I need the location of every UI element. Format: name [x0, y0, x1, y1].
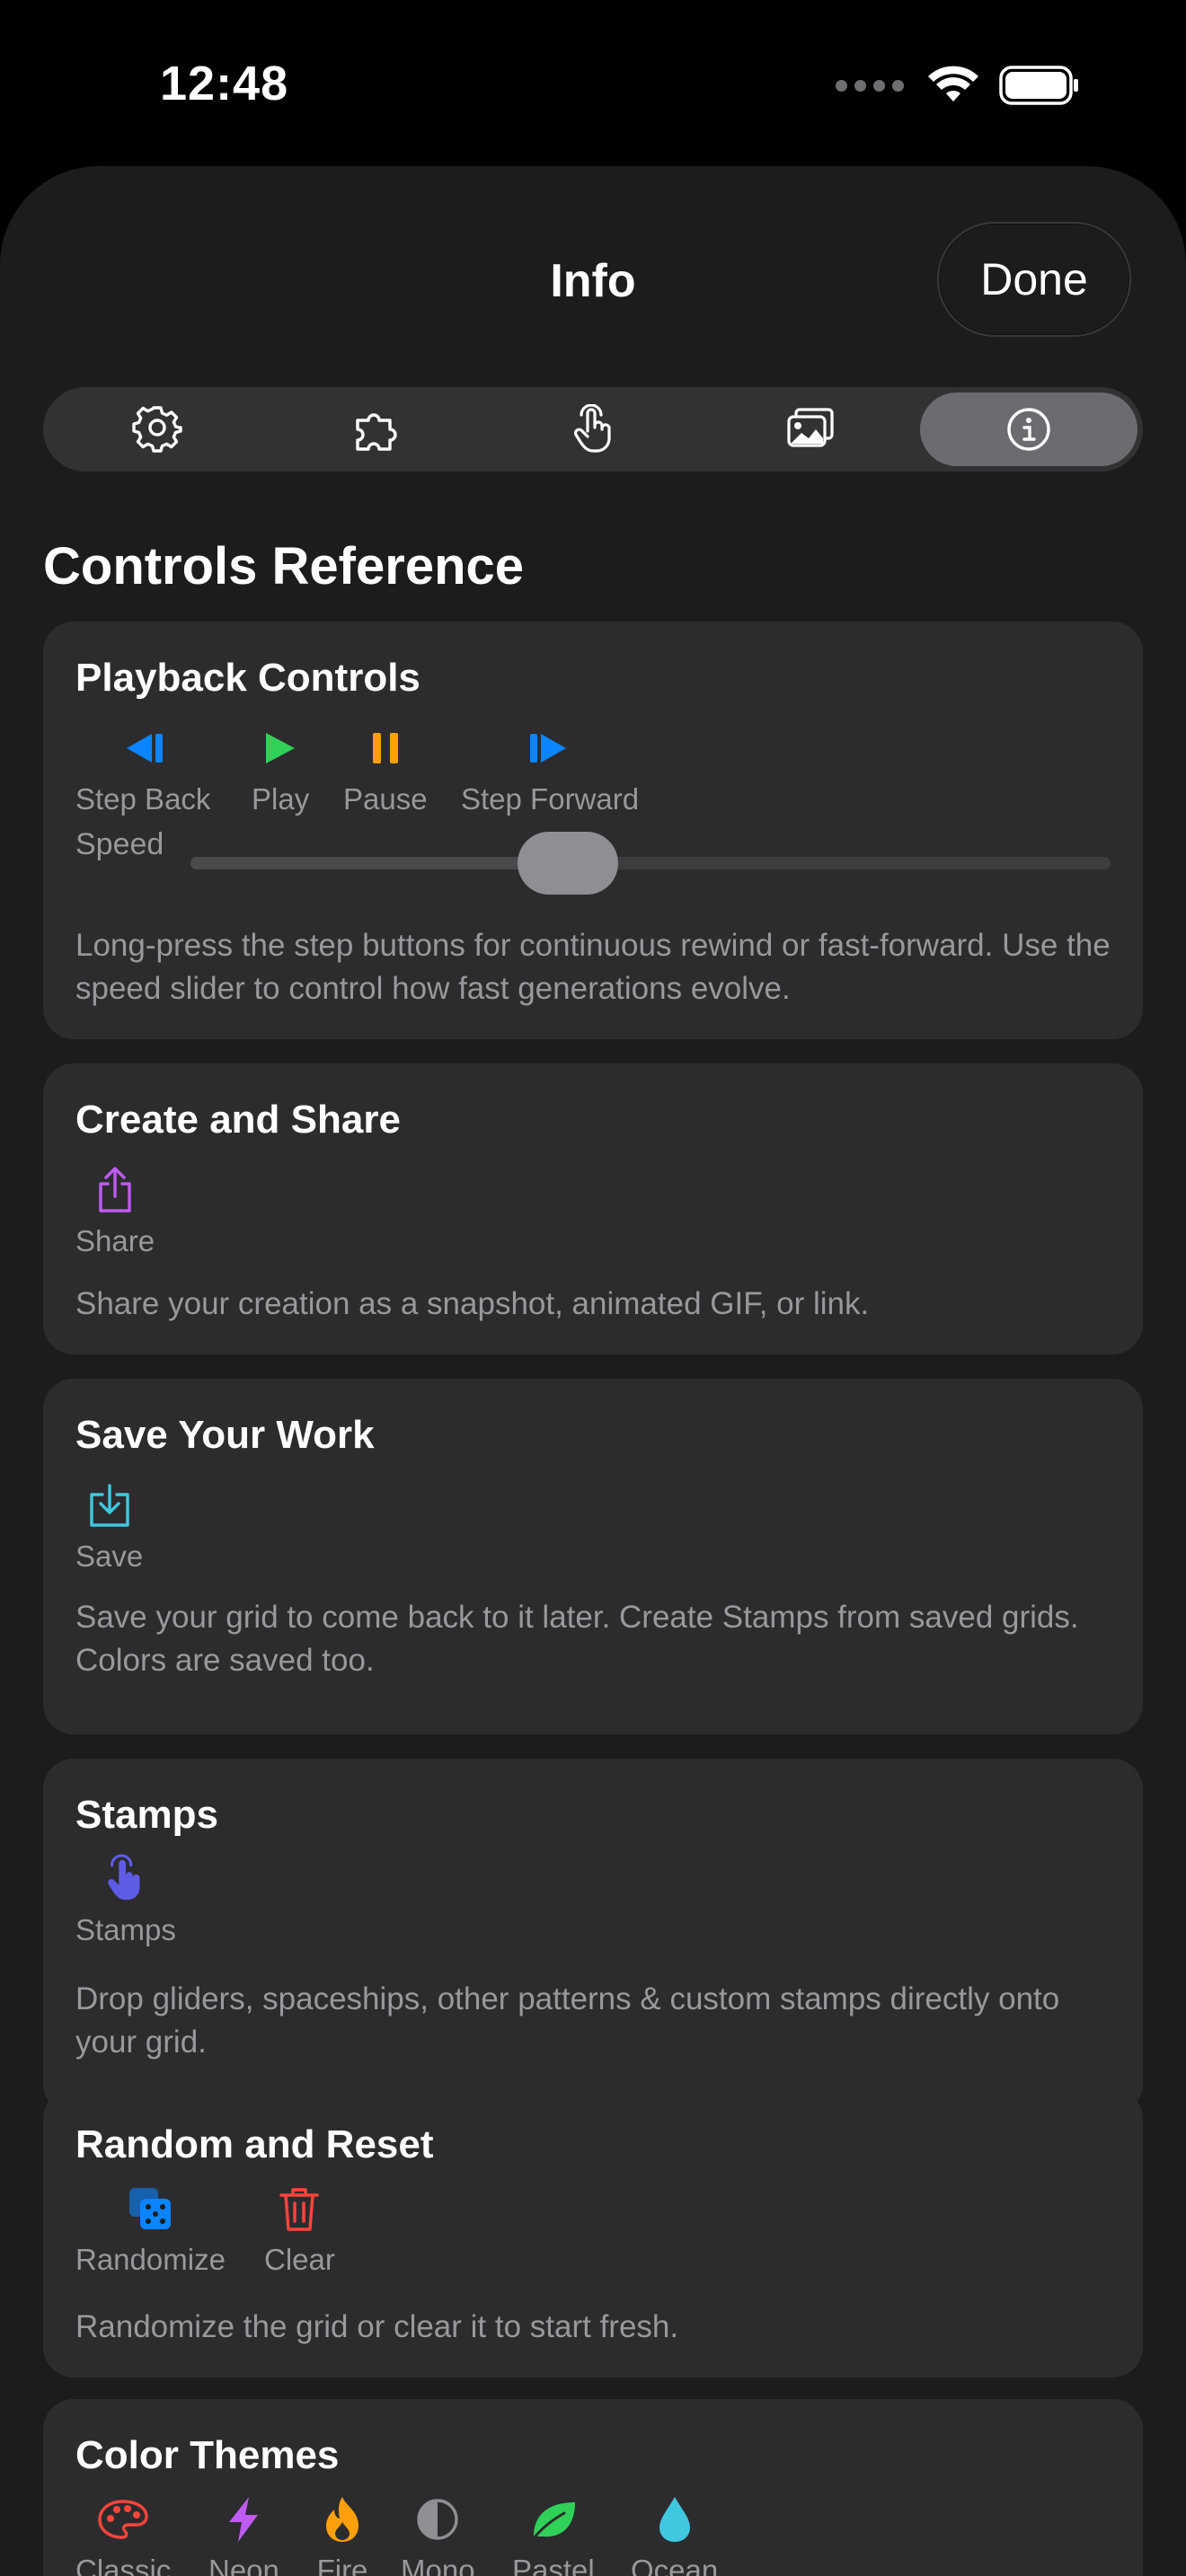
flame-icon	[326, 2497, 358, 2542]
card-title: Stamps	[75, 1793, 218, 1837]
control-label: Ocean	[631, 2554, 719, 2576]
tab-segmented-control	[43, 387, 1143, 472]
bolt-icon	[229, 2497, 259, 2542]
trash-icon	[279, 2188, 320, 2231]
step-forward-icon	[530, 734, 567, 763]
step-back-control[interactable]: Step Back	[75, 725, 210, 816]
palette-icon	[98, 2500, 148, 2539]
dice-icon	[129, 2188, 172, 2229]
control-label: Neon	[208, 2554, 279, 2576]
card-title: Create and Share	[75, 1098, 401, 1142]
play-icon	[266, 733, 296, 763]
control-label: Step Forward	[461, 782, 640, 816]
playback-card: Playback Controls Step Back Play Pause S…	[43, 622, 1143, 1039]
cellular-signal-icon	[836, 79, 904, 92]
card-title: Playback Controls	[75, 656, 420, 700]
drop-icon	[659, 2497, 690, 2542]
control-label: Mono	[401, 2554, 475, 2576]
card-title: Color Themes	[75, 2433, 340, 2477]
card-title: Random and Reset	[75, 2122, 434, 2166]
tab-gallery[interactable]	[702, 393, 919, 466]
tab-info[interactable]	[919, 393, 1138, 466]
half-circle-icon	[417, 2499, 458, 2540]
share-control[interactable]: Share	[75, 1167, 155, 1258]
puzzle-icon	[355, 413, 397, 451]
card-description: Save your grid to come back to it later.…	[75, 1600, 1079, 1678]
theme-ocean[interactable]: Ocean	[631, 2496, 718, 2576]
gear-icon	[132, 406, 182, 453]
speed-slider-fill	[190, 857, 568, 869]
play-control[interactable]: Play	[252, 725, 309, 816]
tab-gestures[interactable]	[484, 393, 702, 466]
control-label: Pastel	[512, 2554, 595, 2576]
control-label: Save	[75, 1539, 144, 1573]
card-title: Save Your Work	[75, 1413, 375, 1457]
status-time: 12:48	[160, 57, 289, 110]
pause-icon	[372, 733, 398, 763]
save-card: Save Your Work Save Save your grid to co…	[43, 1379, 1143, 1734]
info-sheet: Info Done Controls Reference Playback Co…	[0, 166, 1186, 2576]
leaf-icon	[532, 2502, 575, 2540]
photo-stack-icon	[787, 408, 835, 447]
save-control[interactable]: Save	[75, 1482, 143, 1574]
control-label: Step Back	[75, 782, 211, 816]
card-description: Randomize the grid or clear it to start …	[75, 2309, 679, 2344]
step-forward-control[interactable]: Step Forward	[461, 725, 639, 816]
theme-mono[interactable]: Mono	[401, 2496, 475, 2576]
control-label: Share	[75, 1224, 155, 1257]
speed-label: Speed	[75, 827, 164, 861]
save-icon	[89, 1484, 129, 1527]
stamps-card: Stamps Stamps Drop gliders, spaceships, …	[43, 1759, 1143, 2114]
tab-settings[interactable]	[49, 393, 266, 466]
stamps-control[interactable]: Stamps	[75, 1854, 176, 1947]
control-label: Pause	[343, 782, 428, 816]
section-heading: Controls Reference	[43, 537, 525, 595]
randomize-control[interactable]: Randomize	[75, 2185, 226, 2277]
theme-pastel[interactable]: Pastel	[512, 2496, 595, 2576]
step-back-icon	[127, 734, 164, 763]
battery-icon	[999, 66, 1078, 105]
theme-neon[interactable]: Neon	[208, 2496, 279, 2576]
card-description: Drop gliders, spaceships, other patterns…	[75, 1981, 1060, 2060]
control-label: Play	[252, 782, 310, 816]
done-button[interactable]: Done	[937, 222, 1131, 337]
control-label: Randomize	[75, 2243, 226, 2276]
card-description: Share your creation as a snapshot, anima…	[75, 1286, 870, 1321]
info-circle-icon	[1007, 408, 1050, 451]
theme-classic[interactable]: Classic	[75, 2496, 171, 2576]
status-icons	[836, 65, 1080, 106]
random-reset-card: Random and Reset Randomize Clear Randomi…	[43, 2088, 1143, 2378]
card-description: Long-press the step buttons for continuo…	[75, 928, 1111, 1006]
theme-fire[interactable]: Fire	[314, 2496, 370, 2576]
hand-tap-icon	[573, 404, 611, 453]
wifi-icon	[928, 66, 978, 101]
stamp-hand-icon	[108, 1854, 140, 1901]
speed-slider[interactable]	[190, 832, 1111, 895]
pause-control[interactable]: Pause	[343, 725, 428, 816]
control-label: Classic	[75, 2554, 172, 2576]
share-card: Create and Share Share Share your creati…	[43, 1063, 1143, 1354]
control-label: Stamps	[75, 1913, 176, 1946]
color-themes-card: Color Themes Classic Neon Fire Mono Past…	[43, 2399, 1143, 2576]
clear-control[interactable]: Clear	[264, 2185, 335, 2277]
control-label: Fire	[316, 2554, 368, 2576]
speed-slider-thumb[interactable]	[517, 832, 618, 895]
tab-rules[interactable]	[266, 393, 483, 466]
status-bar: 12:48	[0, 0, 1186, 166]
control-label: Clear	[264, 2243, 335, 2276]
share-icon	[99, 1167, 131, 1213]
